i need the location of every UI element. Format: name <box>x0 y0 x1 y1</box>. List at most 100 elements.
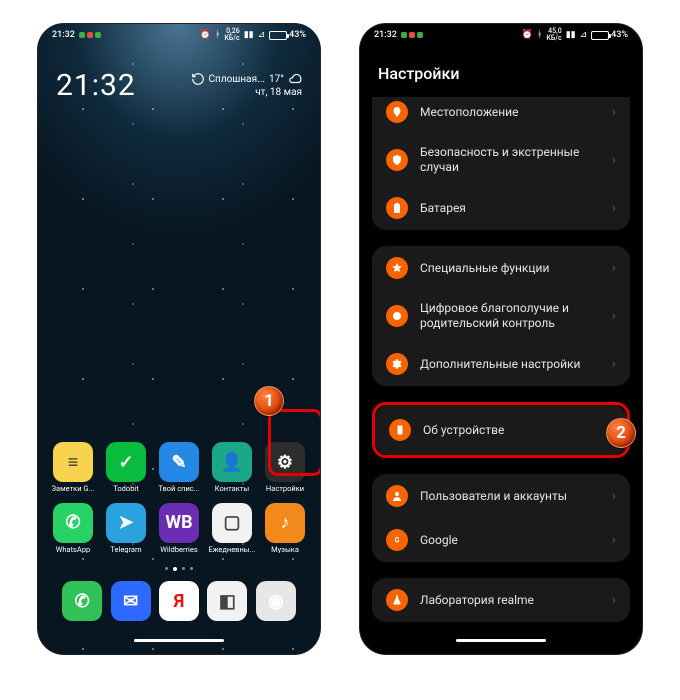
app-icon: ✓ <box>106 442 146 482</box>
settings-list: Местоположение›Безопасность и экстренные… <box>360 97 642 638</box>
app-label: WhatsApp <box>56 546 91 554</box>
app-icon: 👤 <box>212 442 252 482</box>
home-indicator <box>456 639 546 642</box>
settings-item-label: Цифровое благополучие и родительский кон… <box>420 301 600 331</box>
settings-item-label: Батарея <box>420 201 600 216</box>
weather-widget[interactable]: Сплошная... 17° чт, 18 мая <box>191 72 302 99</box>
settings-item[interactable]: Местоположение › <box>372 97 630 134</box>
app-icon: ✎ <box>159 442 199 482</box>
settings-item[interactable]: Дополнительные настройки › <box>372 342 630 386</box>
app-Настройки[interactable]: ⚙Настройки <box>260 442 310 493</box>
app-Твой спис...[interactable]: ✎Твой спис... <box>154 442 204 493</box>
app-label: Telegram <box>110 546 141 554</box>
app-icon: ➤ <box>106 503 146 543</box>
app-icon: ≡ <box>53 442 93 482</box>
battery-indicator: 43% <box>269 30 306 40</box>
settings-item[interactable]: Пользователи и аккаунты› <box>372 474 630 518</box>
app-Telegram[interactable]: ➤ Telegram <box>101 503 151 554</box>
home-indicator <box>134 639 224 642</box>
app-icon: ✆ <box>53 503 93 543</box>
chevron-right-icon: › <box>612 260 616 276</box>
settings-item-label: Безопасность и экстренные случаи <box>420 145 600 175</box>
chevron-right-icon: › <box>612 308 616 324</box>
app-Wildberries[interactable]: WBWildberries <box>154 503 204 554</box>
pin-icon <box>386 101 408 123</box>
app-label: Ежедневны... <box>208 546 255 554</box>
signal-icon: ⊿ <box>258 30 266 40</box>
signal-icon: ▮▮ <box>566 30 576 40</box>
app-Заметки G...[interactable]: ≡ Заметки G... <box>48 442 98 493</box>
flask-icon <box>386 589 408 611</box>
statusbar: 21:32 ⏰ ᚼ 0,26КБ/с ▮▮ ⊿ 43% <box>38 24 320 46</box>
settings-item[interactable]: Батарея › <box>372 186 630 230</box>
app-Ежедневны...[interactable]: ▢ Ежедневны... <box>207 503 257 554</box>
app-label: Заметки G... <box>52 485 95 493</box>
bluetooth-icon: ᚼ <box>537 30 542 40</box>
star-icon <box>386 257 408 279</box>
svg-text:G: G <box>395 537 400 545</box>
app-icon: ♪ <box>265 503 305 543</box>
app-dock[interactable]: ◧ <box>203 581 251 621</box>
settings-group: Местоположение›Безопасность и экстренные… <box>372 97 630 230</box>
app-icon: ✉ <box>111 581 151 621</box>
refresh-icon <box>191 72 205 86</box>
app-icon: ◉ <box>256 581 296 621</box>
app-label: Wildberries <box>160 546 197 554</box>
settings-item[interactable]: Специальные функции › <box>372 246 630 290</box>
highlight-about-device: Об устройстве › <box>372 402 630 458</box>
user-icon <box>386 485 408 507</box>
app-label: Контакты <box>215 485 249 493</box>
settings-item[interactable]: Цифровое благополучие и родительский кон… <box>372 290 630 342</box>
app-dock[interactable]: ✉ <box>106 581 154 621</box>
settings-group: Об устройстве › <box>375 405 627 455</box>
chevron-right-icon: › <box>612 356 616 372</box>
page-indicator <box>48 563 310 581</box>
settings-item-about-device[interactable]: Об устройстве › <box>375 405 627 455</box>
circle-icon <box>386 305 408 327</box>
cloud-icon <box>288 72 302 86</box>
app-icon: ▢ <box>212 503 252 543</box>
date-label: чт, 18 мая <box>191 86 302 99</box>
settings-item[interactable]: Безопасность и экстренные случаи › <box>372 134 630 186</box>
settings-item-label: Лаборатория realme <box>420 593 600 608</box>
chevron-right-icon: › <box>612 592 616 608</box>
g-icon: G <box>386 529 408 551</box>
settings-group: Лаборатория realme › <box>372 578 630 622</box>
net-speed: 45,0КБ/с <box>546 28 561 42</box>
chevron-right-icon: › <box>612 532 616 548</box>
statusbar-time: 21:32 <box>374 30 397 40</box>
app-dock[interactable]: ✆ <box>58 581 106 621</box>
statusbar-time: 21:32 <box>52 30 75 40</box>
app-Todobit[interactable]: ✓ Todobit <box>101 442 151 493</box>
app-label: Todobit <box>113 485 138 493</box>
notification-icons <box>79 32 101 38</box>
settings-item[interactable]: GGoogle› <box>372 518 630 562</box>
app-label: Настройки <box>266 485 304 493</box>
step-badge-1: 1 <box>254 386 284 416</box>
net-speed: 0,26КБ/с <box>224 28 239 42</box>
settings-item-label: Местоположение <box>420 105 600 120</box>
phone-icon <box>389 419 411 441</box>
statusbar: 21:32 ⏰ ᚼ 45,0КБ/с ▮▮ ⊿ 43% <box>360 24 642 46</box>
chevron-right-icon: › <box>612 104 616 120</box>
app-dock[interactable]: Я <box>155 581 203 621</box>
settings-group: Специальные функции › Цифровое благополучи… <box>372 246 630 386</box>
notification-icons <box>401 32 423 38</box>
app-icon: ✆ <box>62 581 102 621</box>
battery-icon <box>386 197 408 219</box>
clock-time: 21:32 <box>56 68 136 103</box>
battery-indicator: 43% <box>591 30 628 40</box>
app-Контакты[interactable]: 👤 Контакты <box>207 442 257 493</box>
settings-item-label: Дополнительные настройки <box>420 357 600 372</box>
dock: ✆✉Я◧◉ <box>48 581 310 639</box>
clock-widget[interactable]: 21:32 Сплошная... 17° чт, 18 мая <box>38 46 320 103</box>
settings-item[interactable]: Лаборатория realme › <box>372 578 630 622</box>
chevron-right-icon: › <box>612 152 616 168</box>
chevron-right-icon: › <box>612 200 616 216</box>
app-dock[interactable]: ◉ <box>252 581 300 621</box>
step-badge-2: 2 <box>606 418 636 448</box>
signal-icon: ▮▮ <box>244 30 254 40</box>
settings-item-label: Специальные функции <box>420 261 600 276</box>
app-Музыка[interactable]: ♪Музыка <box>260 503 310 554</box>
app-WhatsApp[interactable]: ✆ WhatsApp <box>48 503 98 554</box>
